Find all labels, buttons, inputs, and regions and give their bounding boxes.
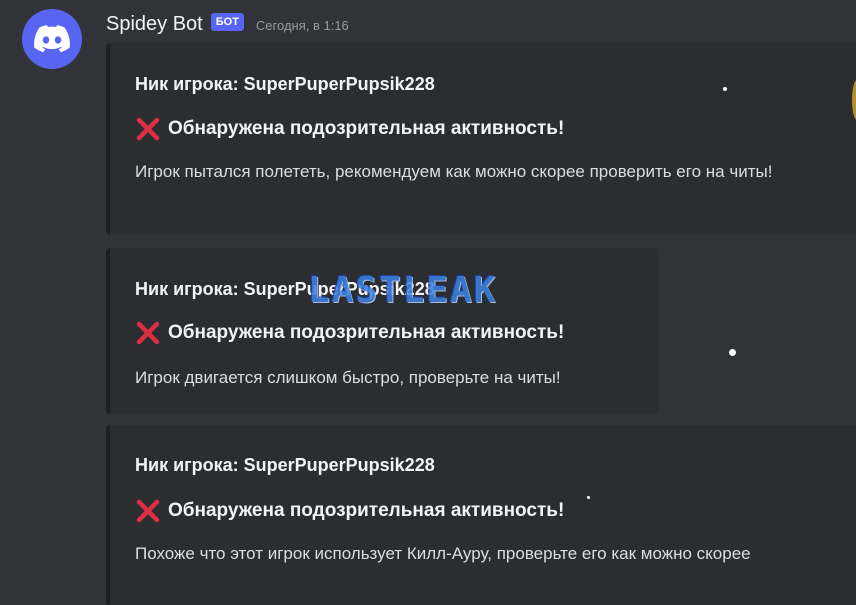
- embed-alert-line: Обнаружена подозрительная активность!: [135, 320, 564, 346]
- discord-logo-icon: [34, 25, 70, 53]
- bot-avatar[interactable]: [22, 9, 82, 69]
- embed-description: Игрок пытался полететь, рекомендуем как …: [135, 162, 773, 181]
- message-header: Spidey Bot БОТ Сегодня, в 1:16: [106, 11, 349, 37]
- username[interactable]: Spidey Bot: [106, 13, 203, 36]
- embed-description: Игрок двигается слишком быстро, проверьт…: [135, 368, 561, 387]
- embed-player-nick: Ник игрока: SuperPuperPupsik228: [135, 455, 435, 475]
- cross-mark-icon: [136, 499, 160, 523]
- watermark-logo: LASTLEAK: [308, 270, 498, 311]
- embed-description: Похоже что этот игрок использует Килл-Ау…: [135, 544, 751, 563]
- snow-particle: [587, 496, 590, 499]
- decorative-edge-shape: [852, 80, 856, 120]
- embed-player-nick: Ник игрока: SuperPuperPupsik228: [135, 74, 435, 94]
- snow-particle: [723, 87, 727, 91]
- snow-particle: [729, 349, 736, 356]
- cross-mark-icon: [136, 117, 160, 141]
- embed-alert-line: Обнаружена подозрительная активность!: [135, 116, 564, 142]
- embed-killaura-alert: Ник игрока: SuperPuperPupsik228 Обнаруже…: [106, 425, 856, 605]
- embed-alert-line: Обнаружена подозрительная активность!: [135, 498, 564, 524]
- embed-alert-text: Обнаружена подозрительная активность!: [168, 322, 565, 343]
- message-timestamp[interactable]: Сегодня, в 1:16: [256, 18, 349, 33]
- cross-mark-icon: [136, 321, 160, 345]
- embed-flight-alert: Ник игрока: SuperPuperPupsik228 Обнаруже…: [106, 43, 856, 235]
- embed-alert-text: Обнаружена подозрительная активность!: [168, 118, 565, 139]
- embed-alert-text: Обнаружена подозрительная активность!: [168, 500, 565, 521]
- bot-badge: БОТ: [210, 13, 244, 31]
